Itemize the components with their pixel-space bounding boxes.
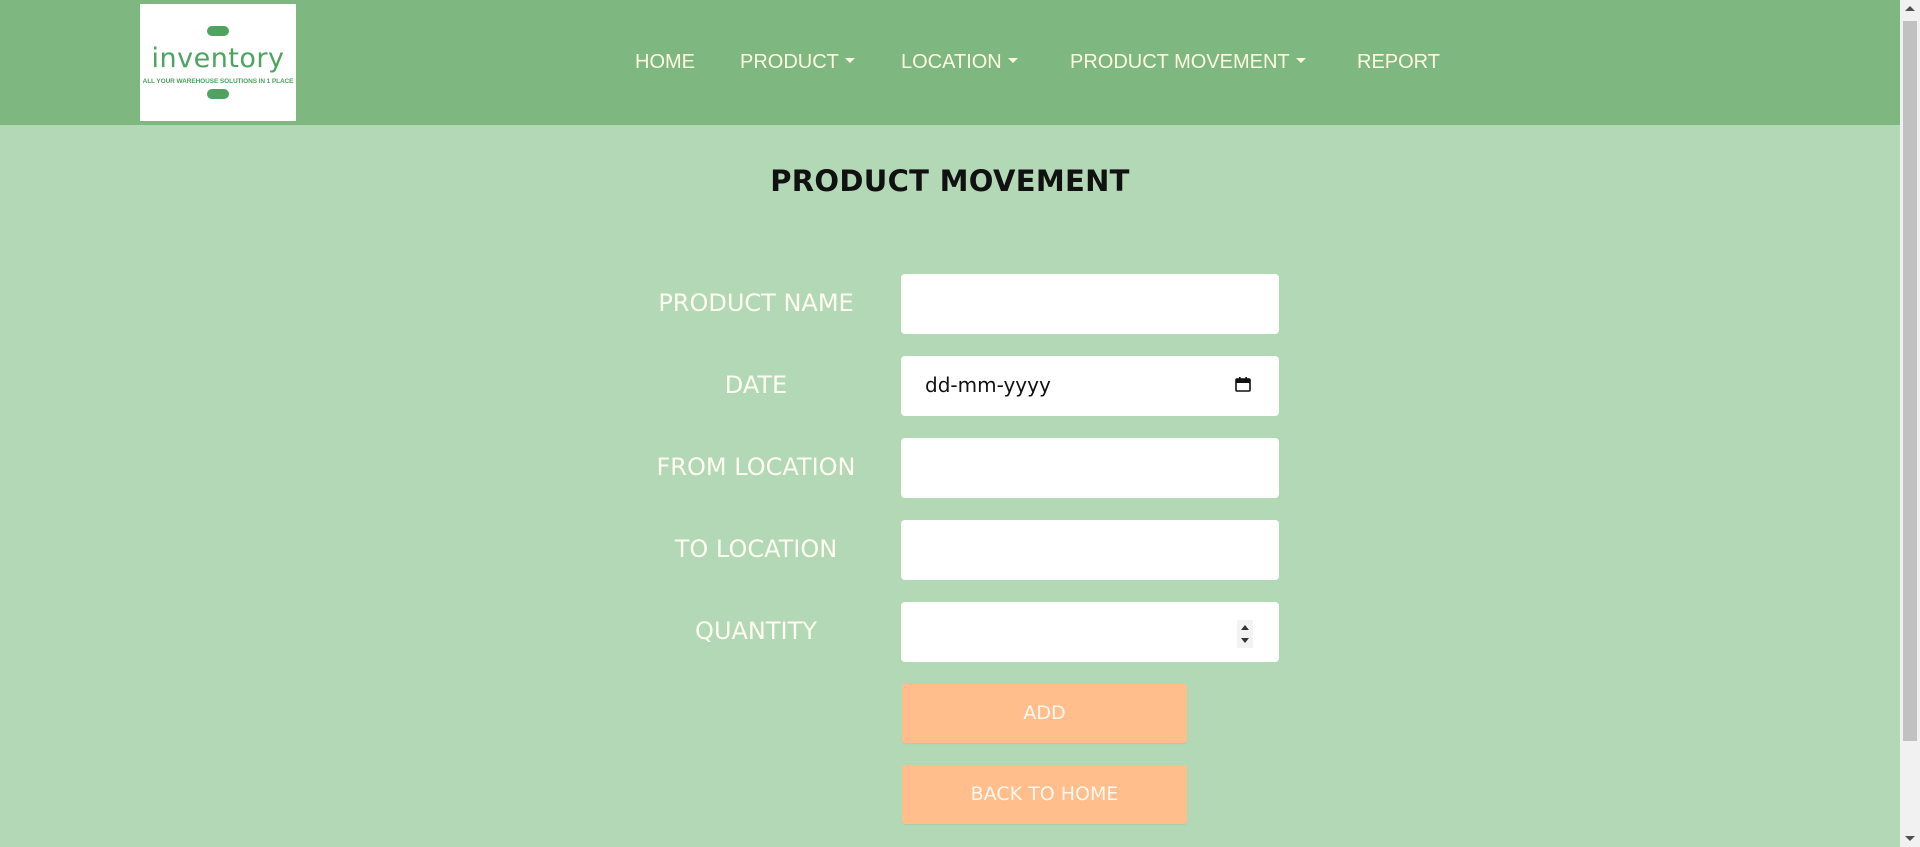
logo-word: inventory (151, 43, 285, 74)
calendar-icon[interactable] (1235, 377, 1251, 392)
form-row-to-location: TO LOCATION (0, 520, 1900, 580)
nav-item-label: HOME (635, 51, 695, 73)
logo-top-shape-icon (207, 26, 229, 36)
form-row-product-name: PRODUCT NAME (0, 274, 1900, 334)
nav-item-location[interactable]: LOCATION (901, 51, 1018, 74)
add-button[interactable]: ADD (902, 684, 1187, 743)
date-input[interactable]: dd-mm-yyyy (901, 356, 1279, 416)
date-label: DATE (724, 371, 788, 399)
spin-down-icon[interactable] (1241, 638, 1249, 643)
spinner-icon[interactable] (1237, 620, 1253, 648)
from-location-input[interactable] (901, 438, 1279, 498)
quantity-stepper[interactable] (901, 602, 1279, 662)
form-row-date: DATE dd-mm-yyyy (0, 356, 1900, 416)
page: inventory ALL YOUR WAREHOUSE SOLUTIONS I… (0, 0, 1920, 847)
back-to-home-button[interactable]: BACK TO HOME (902, 765, 1187, 824)
to-location-input[interactable] (901, 520, 1279, 580)
product-name-input[interactable] (901, 274, 1279, 334)
caret-down-icon (1295, 58, 1306, 63)
nav-item-home[interactable]: HOME (635, 51, 695, 74)
caret-down-icon (1007, 58, 1018, 63)
logo-bottom-shape-icon (207, 89, 229, 99)
nav-item-report[interactable]: REPORT (1357, 51, 1440, 74)
nav-item-label: PRODUCT MOVEMENT (1070, 51, 1290, 73)
logo-tagline: ALL YOUR WAREHOUSE SOLUTIONS IN 1 PLACE (142, 78, 294, 85)
form-row-quantity: QUANTITY (0, 602, 1900, 662)
nav-item-product[interactable]: PRODUCT (740, 51, 855, 74)
date-placeholder: dd-mm-yyyy (925, 373, 1051, 397)
scroll-thumb[interactable] (1903, 21, 1917, 741)
spin-up-icon[interactable] (1241, 625, 1249, 630)
nav-item-label: LOCATION (901, 51, 1002, 73)
scroll-down-icon[interactable] (1905, 836, 1915, 841)
vertical-scrollbar[interactable] (1900, 0, 1920, 847)
logo[interactable]: inventory ALL YOUR WAREHOUSE SOLUTIONS I… (140, 4, 296, 121)
scroll-up-icon[interactable] (1905, 6, 1915, 11)
to-location-label: TO LOCATION (674, 535, 838, 563)
navbar: inventory ALL YOUR WAREHOUSE SOLUTIONS I… (0, 0, 1900, 125)
quantity-label: QUANTITY (695, 617, 817, 645)
form-row-from-location: FROM LOCATION (0, 438, 1900, 498)
from-location-label: FROM LOCATION (656, 453, 856, 481)
page-title: PRODUCT MOVEMENT (770, 164, 1130, 198)
caret-down-icon (844, 58, 855, 63)
product-name-label: PRODUCT NAME (658, 289, 854, 317)
nav-item-product-movement[interactable]: PRODUCT MOVEMENT (1070, 51, 1306, 74)
nav-item-label: REPORT (1357, 51, 1440, 73)
nav-item-label: PRODUCT (740, 51, 839, 73)
